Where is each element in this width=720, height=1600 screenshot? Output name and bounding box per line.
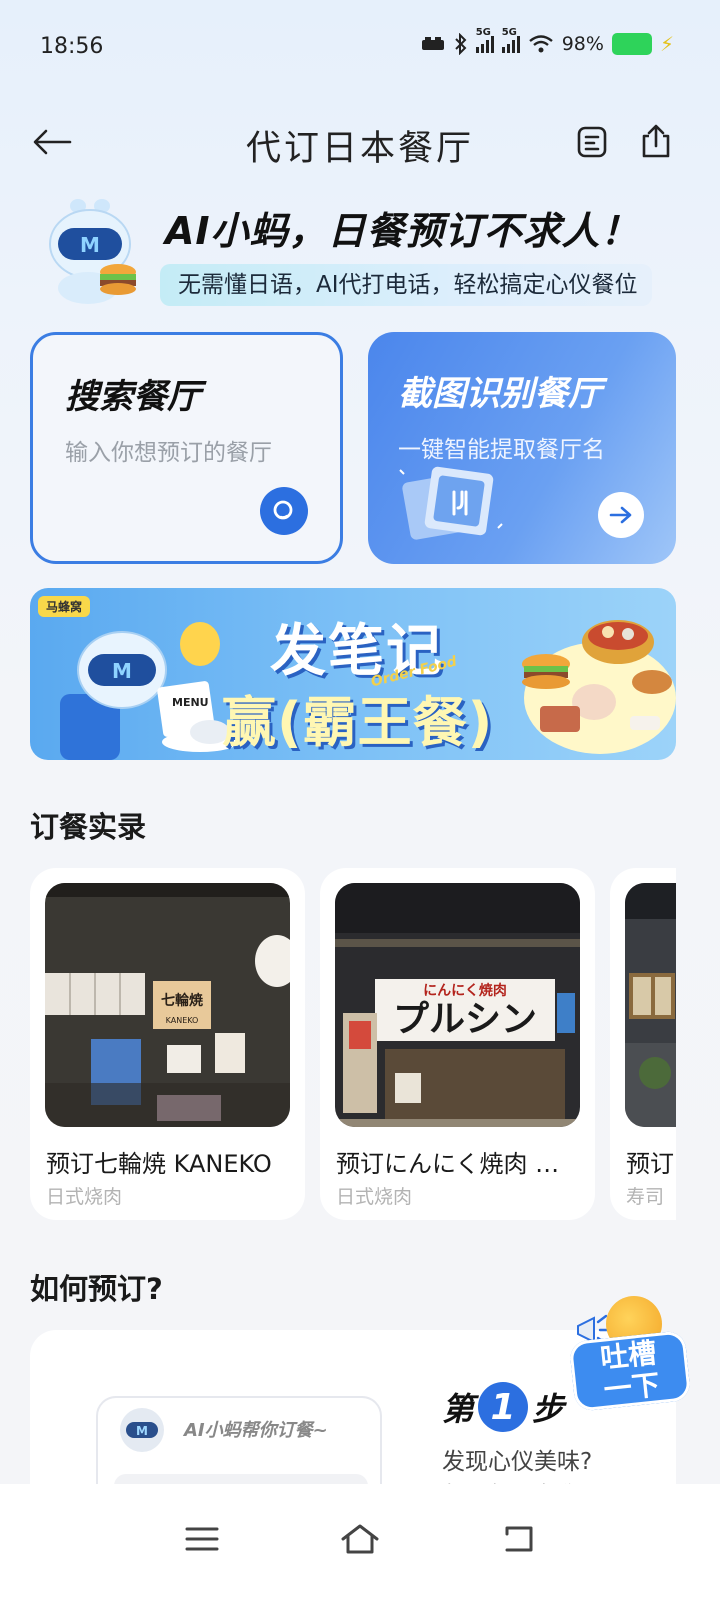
search-icon xyxy=(273,500,293,520)
bluetooth-icon xyxy=(455,33,467,55)
feedback-label: 吐槽 一下 xyxy=(568,1330,692,1412)
record-title: 预订にんにく焼肉 … xyxy=(336,1150,560,1178)
svg-text:M: M xyxy=(136,1424,148,1438)
search-card-title: 搜索餐厅 xyxy=(65,377,201,417)
status-time: 18:56 xyxy=(40,34,104,59)
banner-line2: 赢(霸王餐) xyxy=(222,691,494,754)
hero-subtitle: 无需懂日语，AI代打电话，轻松搞定心仪餐位 xyxy=(160,264,652,306)
mascot-image: M xyxy=(40,196,140,306)
battery-icon xyxy=(611,33,652,55)
system-nav-bar xyxy=(0,1484,720,1600)
search-restaurant-card[interactable]: 搜索餐厅 输入你想预订的餐厅 xyxy=(30,332,343,564)
chat-text: AI小蚂帮你订餐~ xyxy=(184,1420,328,1441)
record-title: 预订七輪焼 KANEKO xyxy=(46,1150,272,1178)
battery-percent: 98% xyxy=(561,33,604,55)
banner-mascot-image: M MENU xyxy=(60,622,238,760)
sim-card-icon xyxy=(421,37,444,50)
note-icon xyxy=(577,126,607,158)
record-tag: 寿司 xyxy=(626,1186,665,1208)
status-icons: 5G 5G 98% ⚡ xyxy=(420,27,674,56)
note-button[interactable] xyxy=(570,120,614,164)
how-to-section-title: 如何预订? xyxy=(30,1272,163,1306)
record-image: にんにく焼肉 プルシン xyxy=(335,883,580,1127)
record-sign: プルシン xyxy=(393,999,537,1040)
step-label: 第 1 步 xyxy=(442,1382,564,1432)
signal-2-icon: 5G xyxy=(501,27,520,53)
screenshot-go-button[interactable] xyxy=(598,492,644,538)
signal-1-icon: 5G xyxy=(475,27,494,53)
step-suffix: 步 xyxy=(532,1390,565,1428)
recents-button[interactable] xyxy=(178,1515,226,1563)
record-sign: 七輪焼 xyxy=(161,992,203,1009)
feedback-button[interactable]: 吐槽 一下 xyxy=(568,1296,692,1426)
menu-icon xyxy=(185,1527,219,1551)
records-section-title: 订餐实录 xyxy=(30,810,147,844)
mascot-avatar-icon: M xyxy=(120,1408,164,1452)
screenshot-card-subtitle: 一键智能提取餐厅名 xyxy=(398,437,605,463)
record-image: 七輪焼 KANEKO xyxy=(45,883,290,1127)
charging-icon: ⚡ xyxy=(659,32,674,56)
record-title: 预订 xyxy=(626,1150,674,1178)
svg-text:M: M xyxy=(112,659,132,683)
screenshot-card-title: 截图识别餐厅 xyxy=(398,374,602,414)
record-card[interactable]: 七輪焼 KANEKO 预订七輪焼 KANEKO 日式烧肉 xyxy=(30,868,305,1220)
share-icon xyxy=(642,124,670,158)
record-tag: 日式烧肉 xyxy=(336,1186,413,1208)
record-card[interactable]: にんにく焼肉 プルシン 预订にんにく焼肉 … 日式烧肉 xyxy=(320,868,595,1220)
record-image xyxy=(625,883,676,1127)
menu-label: MENU xyxy=(172,696,209,709)
arrow-right-icon xyxy=(609,506,632,524)
step-prefix: 第 xyxy=(442,1390,475,1428)
step-number: 1 xyxy=(478,1382,529,1432)
return-icon xyxy=(505,1526,533,1552)
home-button[interactable] xyxy=(336,1515,384,1563)
record-tag: 日式烧肉 xyxy=(46,1186,123,1208)
step-line-1: 发现心仪美味? xyxy=(442,1449,593,1475)
search-button[interactable] xyxy=(260,487,308,535)
share-button[interactable] xyxy=(634,120,678,164)
record-card[interactable]: 预订 寿司 xyxy=(610,868,676,1220)
wifi-icon xyxy=(528,35,553,53)
record-sign-sub: にんにく焼肉 xyxy=(423,982,507,999)
svg-text:M: M xyxy=(80,233,100,257)
search-card-placeholder: 输入你想预订的餐厅 xyxy=(65,440,272,466)
photo-icon xyxy=(399,466,503,540)
record-sign-sub: KANEKO xyxy=(166,1016,199,1025)
home-icon xyxy=(341,1524,379,1554)
banner-food-image xyxy=(522,620,676,754)
records-carousel[interactable]: 七輪焼 KANEKO 预订七輪焼 KANEKO 日式烧肉 にんにく焼肉 プルシン xyxy=(30,868,676,1220)
promo-banner[interactable]: 马蜂窝 M MENU 发笔记 Order Food 赢(霸王餐) xyxy=(30,588,676,760)
screenshot-recognize-card[interactable]: 截图识别餐厅 一键智能提取餐厅名 xyxy=(368,332,676,564)
hero-title: AI小蚂，日餐预订不求人！ xyxy=(165,209,640,253)
back-nav-button[interactable] xyxy=(494,1515,542,1563)
